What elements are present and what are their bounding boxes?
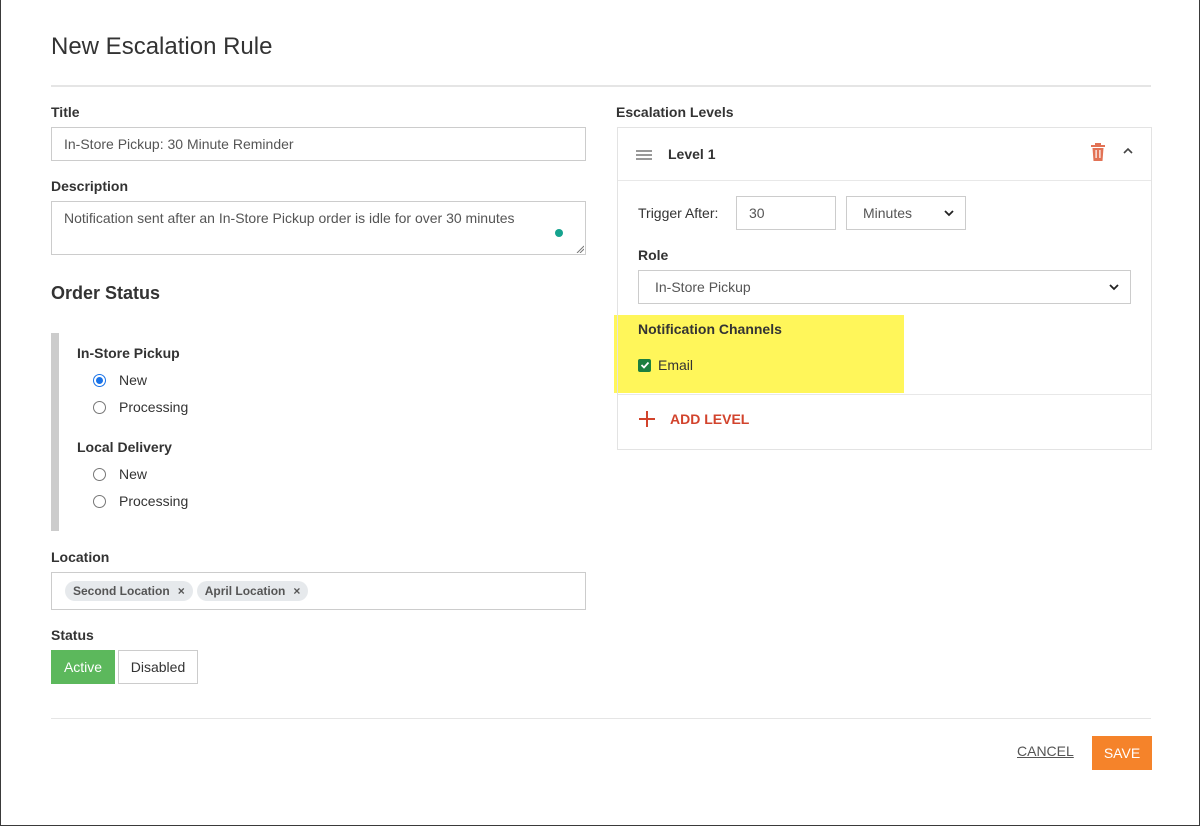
order-status-heading: Order Status <box>51 283 161 303</box>
cancel-button[interactable]: CANCEL <box>1017 743 1074 759</box>
notification-channels-label: Notification Channels <box>638 321 782 337</box>
radio-in-store-processing[interactable]: Processing <box>93 399 188 415</box>
chevron-down-icon <box>1109 284 1119 291</box>
remove-tag-icon[interactable]: × <box>293 584 300 598</box>
add-level-button[interactable]: ADD LEVEL <box>638 410 749 428</box>
radio-unchecked-icon[interactable] <box>93 400 106 414</box>
status-label: Status <box>51 627 94 643</box>
radio-unchecked-icon[interactable] <box>93 494 106 508</box>
radio-in-store-new[interactable]: New <box>93 372 147 388</box>
radio-label: Processing <box>119 493 189 509</box>
escalation-rule-modal: New Escalation Rule Title In-Store Picku… <box>1 0 1199 825</box>
resize-handle-icon[interactable] <box>576 245 584 253</box>
tag-label: Second Location <box>73 584 170 598</box>
title-input[interactable]: In-Store Pickup: 30 Minute Reminder <box>51 127 586 161</box>
title-divider <box>51 85 1151 87</box>
order-status-bar <box>51 333 59 531</box>
status-active-button[interactable]: Active <box>51 650 115 684</box>
email-checkbox-label: Email <box>658 357 694 373</box>
location-tag: Second Location × <box>65 581 193 601</box>
trash-icon[interactable] <box>1090 143 1106 161</box>
chevron-down-icon <box>944 210 954 217</box>
location-tag: April Location × <box>196 581 309 601</box>
role-label: Role <box>638 247 669 263</box>
trigger-value-input[interactable]: 30 <box>736 196 836 230</box>
panel-divider <box>618 180 1151 181</box>
group-label-in-store-pickup: In-Store Pickup <box>77 345 180 361</box>
radio-local-processing[interactable]: Processing <box>93 493 188 509</box>
escalation-levels-label: Escalation Levels <box>616 104 734 120</box>
checkbox-checked-icon[interactable] <box>638 358 651 372</box>
save-button[interactable]: SAVE <box>1092 736 1152 770</box>
title-label: Title <box>51 104 80 120</box>
description-label: Description <box>51 178 129 194</box>
role-select[interactable]: In-Store Pickup <box>638 270 1131 304</box>
radio-local-new[interactable]: New <box>93 466 147 482</box>
escalation-level-panel: Level 1 Trigger After: 30 Minutes Role I… <box>617 127 1152 450</box>
radio-label: Processing <box>119 399 189 415</box>
remove-tag-icon[interactable]: × <box>178 584 185 598</box>
email-checkbox-row[interactable]: Email <box>638 357 693 373</box>
grammarly-icon[interactable] <box>555 229 563 237</box>
add-level-label: ADD LEVEL <box>670 411 750 427</box>
level-title: Level 1 <box>668 146 716 162</box>
modal-title: New Escalation Rule <box>51 33 273 60</box>
location-multiselect[interactable]: Second Location × April Location × <box>51 572 586 610</box>
footer-divider <box>51 718 1151 719</box>
group-label-local-delivery: Local Delivery <box>77 439 172 455</box>
radio-unchecked-icon[interactable] <box>93 467 106 481</box>
chevron-up-icon[interactable] <box>1122 146 1134 156</box>
plus-icon <box>639 411 655 427</box>
panel-divider <box>618 394 1151 395</box>
location-label: Location <box>51 549 110 565</box>
radio-label: New <box>119 372 148 388</box>
description-text: Notification sent after an In-Store Pick… <box>64 210 515 226</box>
trigger-label: Trigger After: <box>638 205 719 221</box>
drag-handle-icon[interactable] <box>636 150 652 160</box>
description-textarea[interactable]: Notification sent after an In-Store Pick… <box>51 201 586 255</box>
radio-checked-icon[interactable] <box>93 373 106 387</box>
status-disabled-button[interactable]: Disabled <box>118 650 198 684</box>
radio-label: New <box>119 466 148 482</box>
role-value: In-Store Pickup <box>655 279 751 295</box>
trigger-unit-value: Minutes <box>863 205 913 221</box>
trigger-unit-select[interactable]: Minutes <box>846 196 966 230</box>
tag-label: April Location <box>204 584 286 598</box>
